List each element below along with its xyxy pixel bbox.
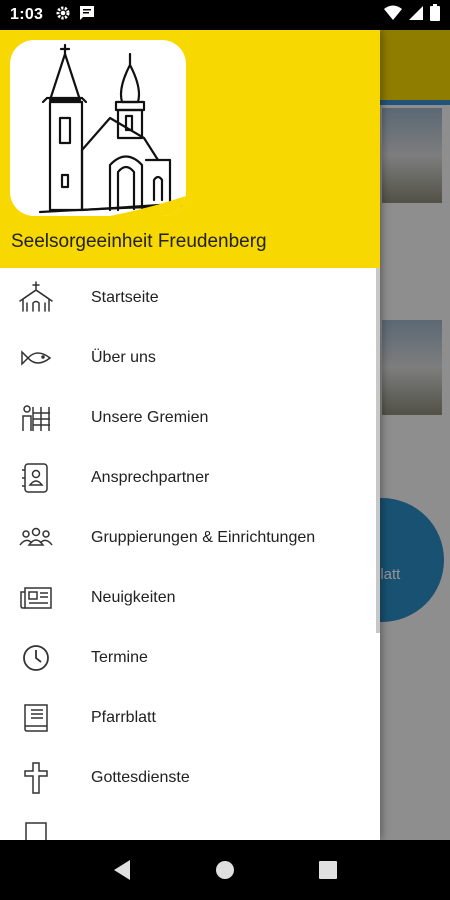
drawer-header: Seelsorgeeinheit Freudenberg [0, 30, 380, 268]
menu-label: Pfarrblatt [91, 709, 156, 726]
menu-item-unsere-gremien[interactable]: Unsere Gremien [0, 388, 380, 448]
menu-label: Unsere Gremien [91, 409, 209, 426]
system-nav-bar [0, 840, 450, 900]
menu-item-gruppierungen[interactable]: Gruppierungen & Einrichtungen [0, 508, 380, 568]
contact-book-icon [18, 460, 54, 496]
menu-item-ansprechpartner[interactable]: Ansprechpartner [0, 448, 380, 508]
newspaper-icon [18, 580, 54, 616]
message-icon [79, 5, 95, 26]
navigation-drawer: Seelsorgeeinheit Freudenberg Startseite [0, 30, 380, 840]
church-icon [18, 280, 54, 316]
drawer-title: Seelsorgeeinheit Freudenberg [11, 231, 267, 252]
menu-item-termine[interactable]: Termine [0, 628, 380, 688]
groups-icon [18, 520, 54, 556]
committee-icon [18, 400, 54, 436]
menu-item-partial [0, 808, 380, 840]
church-logo [10, 40, 186, 216]
signal-icon [408, 5, 424, 26]
menu-label: Ansprechpartner [91, 469, 210, 486]
gear-icon [55, 5, 71, 26]
wifi-icon [384, 5, 402, 26]
menu-item-ueber-uns[interactable]: Über uns [0, 328, 380, 388]
menu-label: Über uns [91, 349, 156, 366]
menu-item-gottesdienste[interactable]: Gottesdienste [0, 748, 380, 808]
menu-item-pfarrblatt[interactable]: Pfarrblatt [0, 688, 380, 748]
battery-icon [430, 4, 440, 26]
recents-button[interactable] [303, 845, 353, 895]
home-button[interactable] [200, 845, 250, 895]
status-bar: 1:03 [0, 0, 450, 30]
menu-label: Gottesdienste [91, 769, 190, 786]
menu-label: Gruppierungen & Einrichtungen [91, 529, 316, 546]
fish-icon [18, 340, 54, 376]
menu-label: Startseite [91, 289, 159, 306]
partial-icon [18, 820, 54, 840]
book-icon [18, 700, 54, 736]
drawer-menu: Startseite Über uns Unsere Gremien Anspr… [0, 268, 380, 840]
drawer-scrollbar[interactable] [376, 268, 380, 633]
menu-item-startseite[interactable]: Startseite [0, 268, 380, 328]
menu-label: Neuigkeiten [91, 589, 176, 606]
clock-icon [18, 640, 54, 676]
menu-item-neuigkeiten[interactable]: Neuigkeiten [0, 568, 380, 628]
menu-label: Termine [91, 649, 148, 666]
cross-icon [18, 760, 54, 796]
status-time: 1:03 [10, 6, 44, 23]
back-button[interactable] [97, 845, 147, 895]
